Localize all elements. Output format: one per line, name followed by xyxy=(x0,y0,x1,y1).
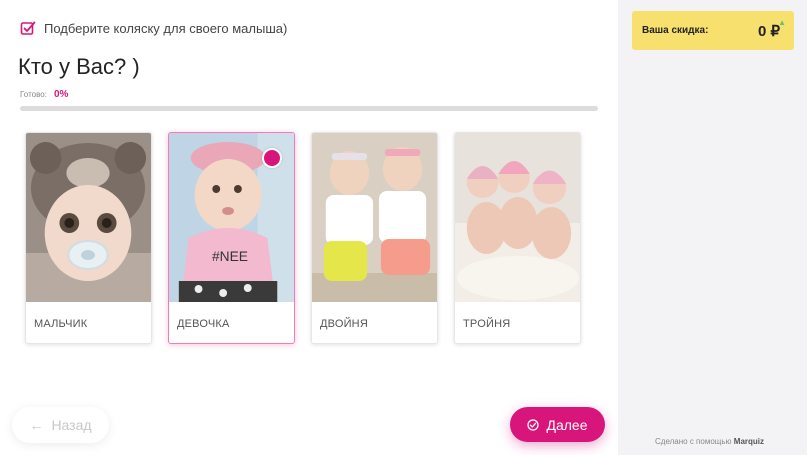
check-circle-icon xyxy=(527,418,540,431)
progress-label: Готово: 0% xyxy=(20,89,68,100)
discount-value: 0 ₽ xyxy=(757,22,780,40)
progress-percent: 0% xyxy=(53,89,69,100)
next-button[interactable]: Далее xyxy=(510,407,605,442)
back-button[interactable]: ← Назад xyxy=(12,407,109,443)
back-button-label: Назад xyxy=(51,417,92,433)
next-button-label: Далее xyxy=(546,416,588,433)
discount-label: Ваша скидка: xyxy=(642,25,709,36)
credit-prefix: Сделано с помощью xyxy=(655,437,732,446)
selected-check-indicator xyxy=(262,148,282,168)
option-photo-boy xyxy=(26,133,151,302)
discount-badge: Ваша скидка: 0 ₽ ▲ xyxy=(632,11,794,50)
progress-bar xyxy=(20,106,598,111)
option-photo-twins xyxy=(312,133,437,302)
quiz-header: Подберите коляску для своего малыша) xyxy=(20,20,287,36)
quiz-main-panel: Подберите коляску для своего малыша) Кто… xyxy=(0,0,618,455)
progress-caption: Готово: xyxy=(20,90,47,99)
sidebar xyxy=(618,0,807,455)
question-title: Кто у Вас? ) xyxy=(18,54,140,79)
options-list: МАЛЬЧИК #NEE ДЕВОЧКА ДВОЙНЯ ТРОЙНЯ xyxy=(25,132,581,344)
option-card-twins[interactable]: ДВОЙНЯ xyxy=(311,132,438,344)
option-card-girl[interactable]: #NEE ДЕВОЧКА xyxy=(168,132,295,344)
option-label: ДВОЙНЯ xyxy=(320,318,368,330)
credit-brand-link[interactable]: Marquiz xyxy=(734,437,764,446)
option-card-boy[interactable]: МАЛЬЧИК xyxy=(25,132,152,344)
option-label: ТРОЙНЯ xyxy=(463,318,511,330)
checklist-icon xyxy=(20,21,36,35)
option-card-triplets[interactable]: ТРОЙНЯ xyxy=(454,132,581,344)
option-photo-triplets xyxy=(455,133,580,302)
header-text: Подберите коляску для своего малыша) xyxy=(44,20,288,36)
arrow-up-icon: ▲ xyxy=(778,18,786,27)
svg-text:#NEE: #NEE xyxy=(212,248,248,264)
option-label: МАЛЬЧИК xyxy=(34,318,88,330)
option-label: ДЕВОЧКА xyxy=(177,318,230,330)
powered-by-credit: Сделано с помощью Marquiz xyxy=(655,437,764,446)
arrow-left-icon: ← xyxy=(29,417,44,433)
